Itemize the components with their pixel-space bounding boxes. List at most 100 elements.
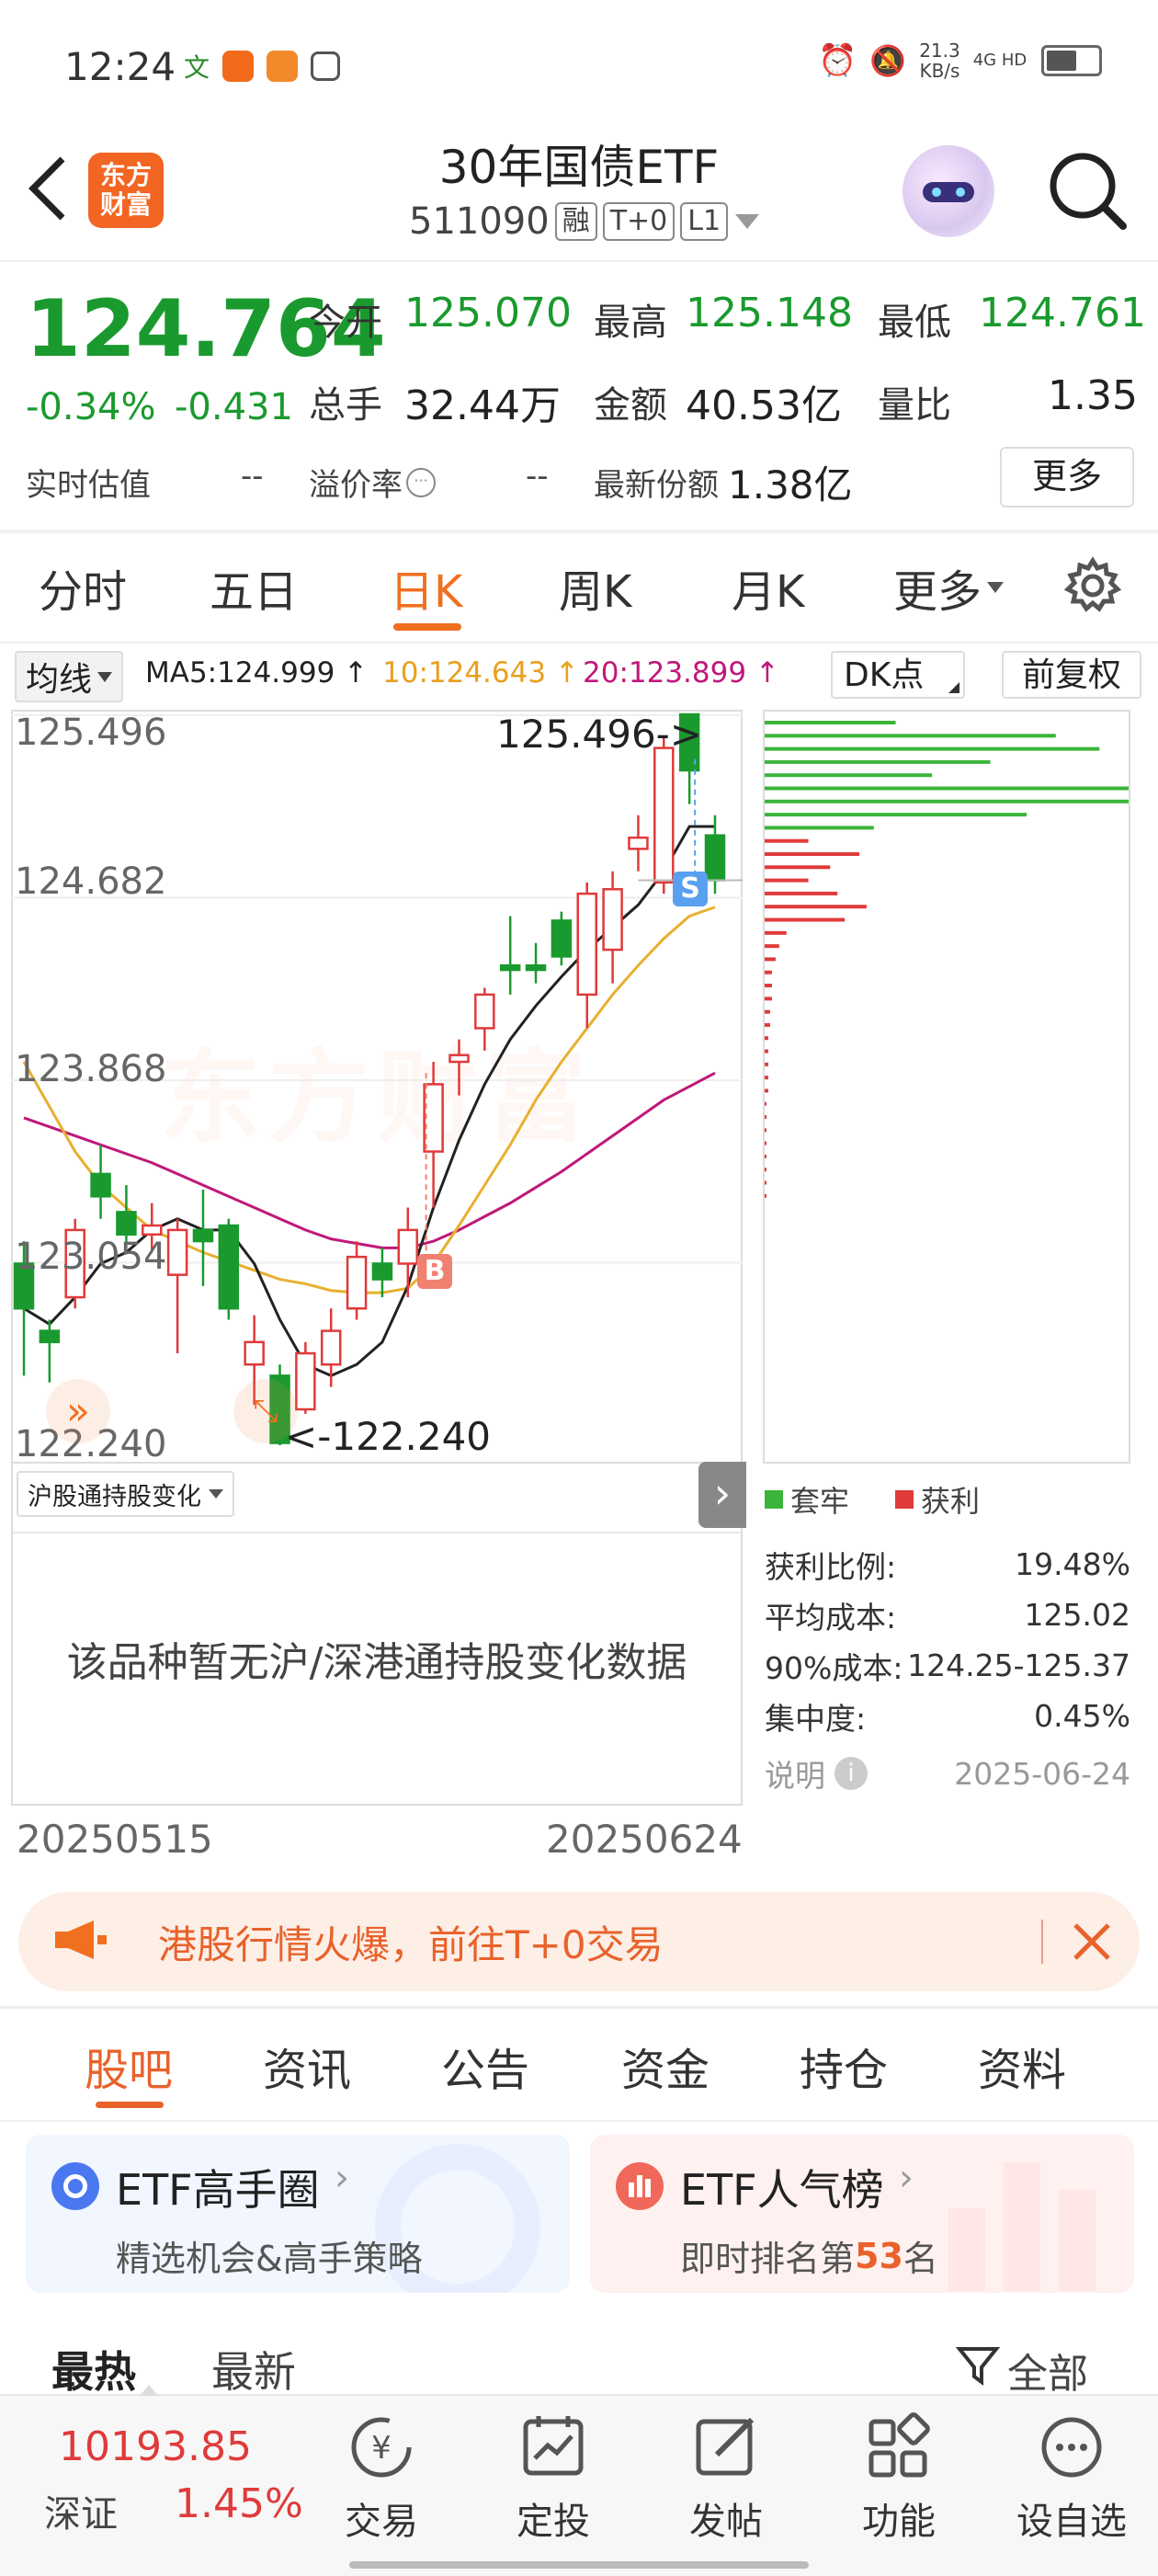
stock-code: 511090 <box>409 200 550 243</box>
tab-funds[interactable]: 资金 <box>621 2034 710 2098</box>
hk-connect-empty: 该品种暂无沪/深港通持股变化数据 <box>66 1639 687 1686</box>
index-name: 深证 <box>44 2493 118 2536</box>
candle-body <box>653 747 675 884</box>
ratio-label: 量比 <box>878 384 951 427</box>
status-time: 12:24 <box>64 44 176 89</box>
candle <box>551 911 573 966</box>
candle-body <box>244 1340 265 1366</box>
nav-label: 设自选 <box>1016 2501 1127 2543</box>
adjust-button[interactable]: 前复权 <box>1002 651 1141 699</box>
y-tick: 125.496 <box>15 712 167 754</box>
mute-icon: 🔕 <box>869 43 907 78</box>
candle-body <box>525 963 547 972</box>
chip-bar <box>765 944 779 949</box>
nav-add-watchlist[interactable]: 设自选 <box>998 2412 1145 2545</box>
gear-icon[interactable] <box>1062 555 1123 627</box>
nav-invest[interactable]: 定投 <box>480 2412 627 2545</box>
dk-point-button[interactable]: DK点 <box>831 651 965 699</box>
avg-cost-value: 125.02 <box>1024 1597 1130 1633</box>
sell-marker[interactable]: S <box>673 872 708 906</box>
nav-functions[interactable]: 功能 <box>825 2412 972 2545</box>
candle <box>448 1039 470 1096</box>
chip-bar <box>765 852 859 856</box>
tab-five-day[interactable]: 五日 <box>210 555 298 620</box>
tab-profile[interactable]: 资料 <box>978 2034 1066 2098</box>
candle-body <box>371 1262 393 1281</box>
candle-body <box>346 1255 368 1310</box>
tab-announcement[interactable]: 公告 <box>441 2034 529 2098</box>
expand-left-icon[interactable]: » <box>46 1379 110 1443</box>
volume-label: 总手 <box>309 384 382 427</box>
tab-holdings[interactable]: 持仓 <box>800 2034 888 2098</box>
promo-banner[interactable]: 港股行情火爆，前往T+0交易 <box>18 1892 1140 1991</box>
tab-monthly-k[interactable]: 月K <box>732 555 804 620</box>
chip-distribution[interactable] <box>763 710 1130 1464</box>
chip-bar <box>765 1036 768 1041</box>
chevron-right-icon: › <box>335 2157 349 2199</box>
index-value[interactable]: 10193.85 <box>59 2423 252 2470</box>
y-tick: 124.682 <box>15 861 167 903</box>
chip-bar <box>765 984 772 987</box>
yen-cycle-icon: ¥ <box>345 2412 418 2486</box>
low-value: 124.761 <box>979 290 1146 336</box>
filter-button[interactable]: 全部 <box>955 2341 1088 2399</box>
code-row[interactable]: 511090 融 T+0 L1 <box>409 200 760 243</box>
nav-post[interactable]: 发帖 <box>653 2412 800 2545</box>
candle-body <box>39 1329 61 1344</box>
candle <box>346 1241 368 1320</box>
card-title: ETF高手圈 <box>116 2165 320 2215</box>
tab-more[interactable]: 更多 <box>893 555 1005 620</box>
corner-triangle-icon <box>948 682 959 693</box>
card-etf-experts[interactable]: ETF高手圈 › 精选机会&高手策略 <box>26 2135 570 2293</box>
ma-select[interactable]: 均线 <box>15 651 124 702</box>
content-tabs: 股吧 资讯 公告 资金 持仓 资料 <box>0 2034 1158 2098</box>
kline-chart[interactable]: 东方财富 125.496 124.682 123.868 123.054 122… <box>11 710 743 1465</box>
card-etf-ranking[interactable]: ETF人气榜 › 即时排名第 53 名 <box>590 2135 1134 2293</box>
chip-bar <box>765 1101 766 1106</box>
note-link[interactable]: 说明 i <box>765 1751 868 1795</box>
feed-tab-latest[interactable]: 最新 <box>211 2339 296 2399</box>
buy-marker[interactable]: B <box>417 1254 452 1289</box>
index-change: 1.45% <box>175 2480 303 2527</box>
tab-weekly-k[interactable]: 周K <box>559 555 631 620</box>
amount-value: 40.53亿 <box>686 382 842 429</box>
card-title: ETF人气榜 <box>680 2165 884 2215</box>
concentration-value: 0.45% <box>1034 1698 1130 1734</box>
nav-trade[interactable]: ¥ 交易 <box>308 2412 455 2545</box>
close-icon[interactable] <box>1066 1916 1118 1971</box>
chevron-right-icon: › <box>899 2157 914 2199</box>
chip-bar <box>765 1141 766 1146</box>
period-tabs: 分时 五日 日K 周K 月K 更多 <box>0 555 1158 629</box>
chip-bar <box>765 786 1129 791</box>
candle <box>371 1248 393 1298</box>
card-subtitle: 即时排名第 53 名 <box>680 2230 938 2281</box>
chip-bar <box>765 1154 766 1158</box>
circle-icon <box>51 2162 99 2210</box>
tab-daily-k[interactable]: 日K <box>390 555 462 620</box>
chip-bar <box>765 891 838 895</box>
chevron-right-icon[interactable]: › <box>698 1462 746 1528</box>
net-type: 4G HD <box>972 51 1027 70</box>
info-dots-icon[interactable]: ··· <box>406 467 436 497</box>
tag-level: L1 <box>680 202 729 241</box>
dk-point-label: DK点 <box>844 656 925 694</box>
net-speed: 21.3 <box>919 40 960 62</box>
rank-suffix: 名 <box>903 2239 938 2279</box>
chip-bar <box>765 1062 768 1066</box>
nav-label: 交易 <box>345 2501 418 2543</box>
hk-connect-select[interactable]: 沪股通持股变化 <box>17 1471 234 1517</box>
search-icon[interactable] <box>1046 149 1129 235</box>
status-right: ⏰ 🔕 21.3 KB/s 4G HD <box>818 40 1102 81</box>
tab-guba[interactable]: 股吧 <box>85 2034 173 2098</box>
robot-avatar-icon[interactable] <box>903 145 994 237</box>
tab-news[interactable]: 资讯 <box>263 2034 351 2098</box>
tab-minute[interactable]: 分时 <box>39 555 127 620</box>
candle-body <box>90 1172 111 1198</box>
grid-icon <box>862 2412 936 2486</box>
low-label: 最低 <box>878 302 951 344</box>
more-button[interactable]: 更多 <box>1000 447 1134 507</box>
candle-body <box>602 887 623 952</box>
fullscreen-icon[interactable]: ⤡ <box>233 1379 298 1443</box>
amount-label: 金额 <box>594 384 667 427</box>
feed-tab-hot[interactable]: 最热 <box>51 2339 136 2399</box>
